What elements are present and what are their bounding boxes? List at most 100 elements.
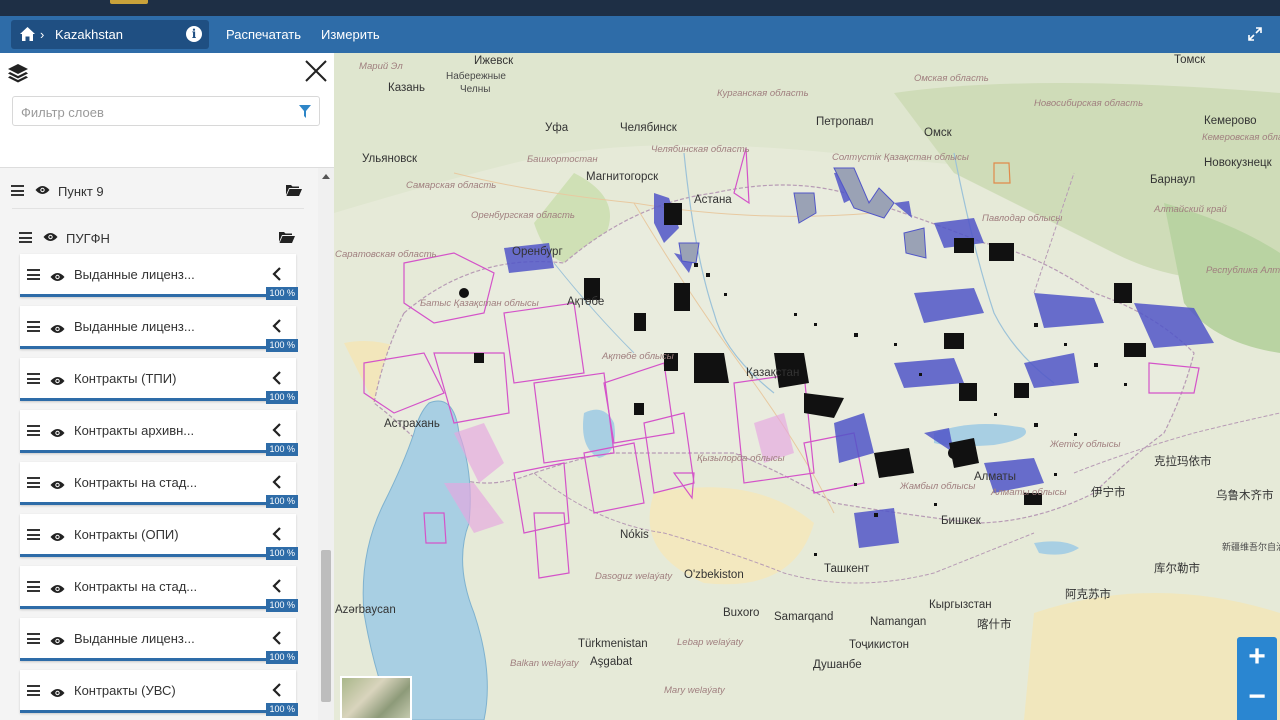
- eye-icon[interactable]: [43, 232, 58, 242]
- region-label: Челябинская область: [651, 144, 750, 155]
- region-label: Алтайский край: [1154, 204, 1227, 215]
- drag-handle-icon[interactable]: [19, 232, 32, 243]
- chevron-left-icon[interactable]: [272, 683, 282, 697]
- folder-open-icon[interactable]: [279, 231, 295, 243]
- drag-handle-icon[interactable]: [27, 633, 40, 644]
- layers-panel: Пункт 9 ПУГФН Выданные лиценз...100 %Выд…: [0, 53, 334, 720]
- layer-label: Контракты на стад...: [74, 579, 198, 594]
- eye-icon[interactable]: [50, 477, 65, 489]
- layer-item[interactable]: Контракты архивн... 100 %: [20, 410, 298, 456]
- eye-icon[interactable]: [50, 685, 65, 697]
- breadcrumb[interactable]: › Kazakhstan i: [11, 20, 209, 49]
- drag-handle-icon[interactable]: [27, 477, 40, 488]
- filter-icon[interactable]: [299, 105, 311, 119]
- eye-icon[interactable]: [35, 185, 50, 195]
- region-label: Mary welaýaty: [664, 685, 725, 696]
- opacity-bar[interactable]: [20, 502, 296, 505]
- city-label: Челны: [460, 84, 491, 95]
- region-label: Dasoguz welaýaty: [595, 571, 673, 582]
- measure-button[interactable]: Измерить: [321, 27, 380, 42]
- layer-item[interactable]: Контракты (УВС) 100 %: [20, 670, 298, 716]
- drag-handle-icon[interactable]: [27, 269, 40, 280]
- region-label: Қызылорда облысы: [697, 453, 785, 464]
- opacity-bar[interactable]: [20, 294, 296, 297]
- drag-handle-icon[interactable]: [27, 373, 40, 384]
- city-label: Ульяновск: [362, 153, 417, 165]
- opacity-bar[interactable]: [20, 710, 296, 713]
- drag-handle-icon[interactable]: [27, 425, 40, 436]
- chevron-right-icon: ›: [40, 27, 45, 42]
- layer-item[interactable]: Контракты (ТПИ) 100 %: [20, 358, 298, 404]
- map-canvas[interactable]: Ижевск Марий Эл Набережные Челны Казань …: [334, 53, 1280, 720]
- scroll-up-icon[interactable]: [322, 174, 330, 179]
- opacity-bar[interactable]: [20, 450, 296, 453]
- region-label: Павлодар облысы: [982, 213, 1063, 224]
- opacity-bar[interactable]: [20, 606, 296, 609]
- zoom-in-button[interactable]: +: [1237, 637, 1277, 677]
- region-label: 新疆维吾尔自治区: [1222, 542, 1280, 552]
- opacity-bar[interactable]: [20, 554, 296, 557]
- eye-icon[interactable]: [50, 581, 65, 593]
- drag-handle-icon[interactable]: [27, 529, 40, 540]
- chevron-left-icon[interactable]: [272, 423, 282, 437]
- city-label: Namangan: [870, 616, 927, 628]
- layer-item[interactable]: Контракты на стад... 100 %: [20, 462, 298, 508]
- chevron-left-icon[interactable]: [272, 371, 282, 385]
- layer-item[interactable]: Контракты на стад... 100 %: [20, 566, 298, 612]
- city-label: Новокузнецк: [1204, 157, 1272, 169]
- print-button[interactable]: Распечатать: [226, 27, 301, 42]
- region-label: Курганская область: [717, 88, 809, 99]
- layers-icon[interactable]: [7, 63, 29, 83]
- city-label: Samarqand: [774, 611, 834, 623]
- city-label: Томск: [1174, 54, 1206, 66]
- eye-icon[interactable]: [50, 373, 65, 385]
- chevron-left-icon[interactable]: [272, 267, 282, 281]
- eye-icon[interactable]: [50, 529, 65, 541]
- eye-icon[interactable]: [50, 425, 65, 437]
- city-label: Алматы: [974, 471, 1016, 483]
- region-label: Республика Алтай: [1206, 265, 1280, 276]
- close-icon[interactable]: [304, 59, 328, 83]
- chevron-left-icon[interactable]: [272, 475, 282, 489]
- drag-handle-icon[interactable]: [27, 685, 40, 696]
- info-icon[interactable]: i: [186, 26, 202, 42]
- scrollbar-thumb[interactable]: [321, 550, 331, 702]
- city-label: 乌鲁木齐市: [1216, 490, 1274, 502]
- filter-input[interactable]: [21, 103, 291, 121]
- chevron-left-icon[interactable]: [272, 631, 282, 645]
- drag-handle-icon[interactable]: [11, 185, 24, 196]
- region-label: Башкортостан: [527, 154, 598, 165]
- city-label: Челябинск: [620, 122, 677, 134]
- eye-icon[interactable]: [50, 321, 65, 333]
- region-label: Батыс Қазақстан облысы: [420, 298, 539, 309]
- eye-icon[interactable]: [50, 269, 65, 281]
- region-label: Жамбыл облысы: [900, 481, 976, 492]
- home-icon[interactable]: [19, 26, 36, 42]
- drag-handle-icon[interactable]: [27, 581, 40, 592]
- chevron-left-icon[interactable]: [272, 527, 282, 541]
- layer-list-scrollbar[interactable]: [318, 168, 334, 720]
- city-label: Кемерово: [1204, 115, 1257, 127]
- eye-icon[interactable]: [50, 633, 65, 645]
- layer-item[interactable]: Выданные лиценз... 100 %: [20, 254, 298, 300]
- chevron-left-icon[interactable]: [272, 319, 282, 333]
- city-label: Душанбе: [813, 659, 862, 671]
- city-label: Казань: [388, 82, 425, 94]
- opacity-badge: 100 %: [266, 443, 298, 456]
- opacity-bar[interactable]: [20, 346, 296, 349]
- layer-item[interactable]: Выданные лиценз... 100 %: [20, 618, 298, 664]
- panel-header: [0, 53, 334, 168]
- opacity-bar[interactable]: [20, 658, 296, 661]
- opacity-bar[interactable]: [20, 398, 296, 401]
- minimap[interactable]: [340, 676, 412, 720]
- layer-label: Контракты (ОПИ): [74, 527, 179, 542]
- fullscreen-icon[interactable]: [1248, 27, 1262, 41]
- drag-handle-icon[interactable]: [27, 321, 40, 332]
- opacity-badge: 100 %: [266, 287, 298, 300]
- layer-item[interactable]: Выданные лиценз... 100 %: [20, 306, 298, 352]
- folder-open-icon[interactable]: [286, 184, 302, 196]
- layer-item[interactable]: Контракты (ОПИ) 100 %: [20, 514, 298, 560]
- city-label: Уфа: [545, 122, 569, 134]
- zoom-out-button[interactable]: −: [1237, 680, 1277, 720]
- chevron-left-icon[interactable]: [272, 579, 282, 593]
